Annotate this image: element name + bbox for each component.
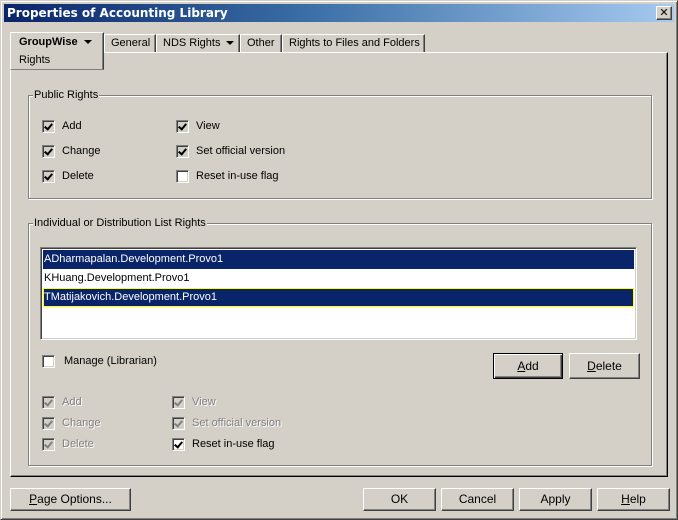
dropdown-arrow-icon[interactable] xyxy=(226,41,235,46)
checkbox-icon[interactable] xyxy=(42,437,55,451)
help-button[interactable]: Help xyxy=(597,488,670,511)
checkbox-icon[interactable] xyxy=(42,354,55,368)
checkbox-label: Reset in-use flag xyxy=(196,170,279,182)
tab-general-label: General xyxy=(111,37,151,49)
checkbox-label: Set official version xyxy=(196,145,286,157)
close-button[interactable]: ✕ xyxy=(656,6,672,20)
checkbox-label: Manage (Librarian) xyxy=(64,355,157,367)
tab-nds-rights-label: NDS Rights xyxy=(163,37,221,49)
checkbox-icon[interactable] xyxy=(42,119,55,133)
list-item[interactable]: TMatijakovich.Development.Provo1 xyxy=(43,288,634,307)
checkbox-label: Change xyxy=(62,417,101,429)
tab-groupwise[interactable]: GroupWise Rights xyxy=(10,32,104,70)
subtab-rights[interactable]: Rights xyxy=(19,54,50,66)
tab-panel: Public Rights Add Change Delete View Set… xyxy=(10,52,668,477)
page-options-mnemonic: P xyxy=(29,492,38,506)
checkbox-label: Add xyxy=(62,396,82,408)
individual-add-checkbox[interactable]: Add xyxy=(42,394,82,410)
checkbox-label: Set official version xyxy=(192,417,282,429)
apply-label: Apply xyxy=(540,492,571,506)
checkbox-icon[interactable] xyxy=(172,395,185,409)
checkbox-label: Change xyxy=(62,145,101,157)
delete-button[interactable]: Delete xyxy=(569,353,640,379)
list-item[interactable]: KHuang.Development.Provo1 xyxy=(43,269,634,288)
checkbox-icon[interactable] xyxy=(42,144,55,158)
close-icon: ✕ xyxy=(659,6,669,19)
tab-rights-to-files[interactable]: Rights to Files and Folders xyxy=(282,34,425,53)
list-item[interactable]: ADharmapalan.Development.Provo1 xyxy=(43,250,634,269)
help-mnemonic: H xyxy=(621,492,630,506)
tab-nds-rights[interactable]: NDS Rights xyxy=(156,34,240,53)
checkbox-icon[interactable] xyxy=(42,416,55,430)
manage-librarian-checkbox[interactable]: Manage (Librarian) xyxy=(42,353,157,369)
public-view-checkbox[interactable]: View xyxy=(176,118,220,134)
page-options-button[interactable]: Page Options... xyxy=(10,488,131,511)
individual-rights-label: Individual or Distribution List Rights xyxy=(33,216,207,230)
public-set-official-version-checkbox[interactable]: Set official version xyxy=(176,143,285,159)
title-bar: Properties of Accounting Library ✕ xyxy=(4,4,674,22)
checkbox-icon[interactable] xyxy=(176,119,189,133)
public-change-checkbox[interactable]: Change xyxy=(42,143,101,159)
individual-delete-checkbox[interactable]: Delete xyxy=(42,436,94,452)
rights-user-list[interactable]: ADharmapalan.Development.Provo1 KHuang.D… xyxy=(40,247,637,340)
tab-general[interactable]: General xyxy=(104,34,156,53)
checkbox-label: View xyxy=(192,396,216,408)
checkbox-label: View xyxy=(196,120,220,132)
individual-set-official-version-checkbox[interactable]: Set official version xyxy=(172,415,281,431)
cancel-label: Cancel xyxy=(458,492,497,506)
apply-button[interactable]: Apply xyxy=(519,488,592,511)
checkbox-icon[interactable] xyxy=(172,416,185,430)
individual-rights-group: Individual or Distribution List Rights A… xyxy=(28,216,652,466)
individual-view-checkbox[interactable]: View xyxy=(172,394,216,410)
tab-rights-to-files-label: Rights to Files and Folders xyxy=(289,37,420,49)
individual-reset-in-use-flag-checkbox[interactable]: Reset in-use flag xyxy=(172,436,275,452)
checkbox-icon[interactable] xyxy=(176,169,189,183)
cancel-button[interactable]: Cancel xyxy=(441,488,514,511)
add-button-label: dd xyxy=(525,358,539,373)
checkbox-label: Reset in-use flag xyxy=(192,438,275,450)
tab-groupwise-label: GroupWise xyxy=(19,36,78,48)
dropdown-arrow-icon[interactable] xyxy=(83,40,92,45)
page-options-label: age Options... xyxy=(37,492,112,506)
checkbox-icon[interactable] xyxy=(176,144,189,158)
checkbox-label: Delete xyxy=(62,438,94,450)
help-label: elp xyxy=(629,492,646,506)
public-rights-label: Public Rights xyxy=(33,88,100,102)
checkbox-label: Delete xyxy=(62,170,94,182)
tab-other[interactable]: Other xyxy=(240,34,282,53)
checkbox-icon[interactable] xyxy=(172,437,185,451)
checkbox-icon[interactable] xyxy=(42,395,55,409)
delete-button-mnemonic: D xyxy=(587,358,596,373)
public-delete-checkbox[interactable]: Delete xyxy=(42,168,94,184)
add-button[interactable]: Add xyxy=(493,353,563,379)
tab-other-label: Other xyxy=(247,37,275,49)
public-rights-group: Public Rights Add Change Delete View Set… xyxy=(28,88,652,199)
delete-button-label: elete xyxy=(595,358,622,373)
public-add-checkbox[interactable]: Add xyxy=(42,118,82,134)
checkbox-icon[interactable] xyxy=(42,169,55,183)
properties-dialog: Properties of Accounting Library ✕ Group… xyxy=(0,0,678,520)
window-title: Properties of Accounting Library xyxy=(7,6,228,20)
ok-button[interactable]: OK xyxy=(363,488,436,511)
ok-label: OK xyxy=(390,492,409,506)
public-reset-in-use-flag-checkbox[interactable]: Reset in-use flag xyxy=(176,168,279,184)
checkbox-label: Add xyxy=(62,120,82,132)
individual-change-checkbox[interactable]: Change xyxy=(42,415,101,431)
